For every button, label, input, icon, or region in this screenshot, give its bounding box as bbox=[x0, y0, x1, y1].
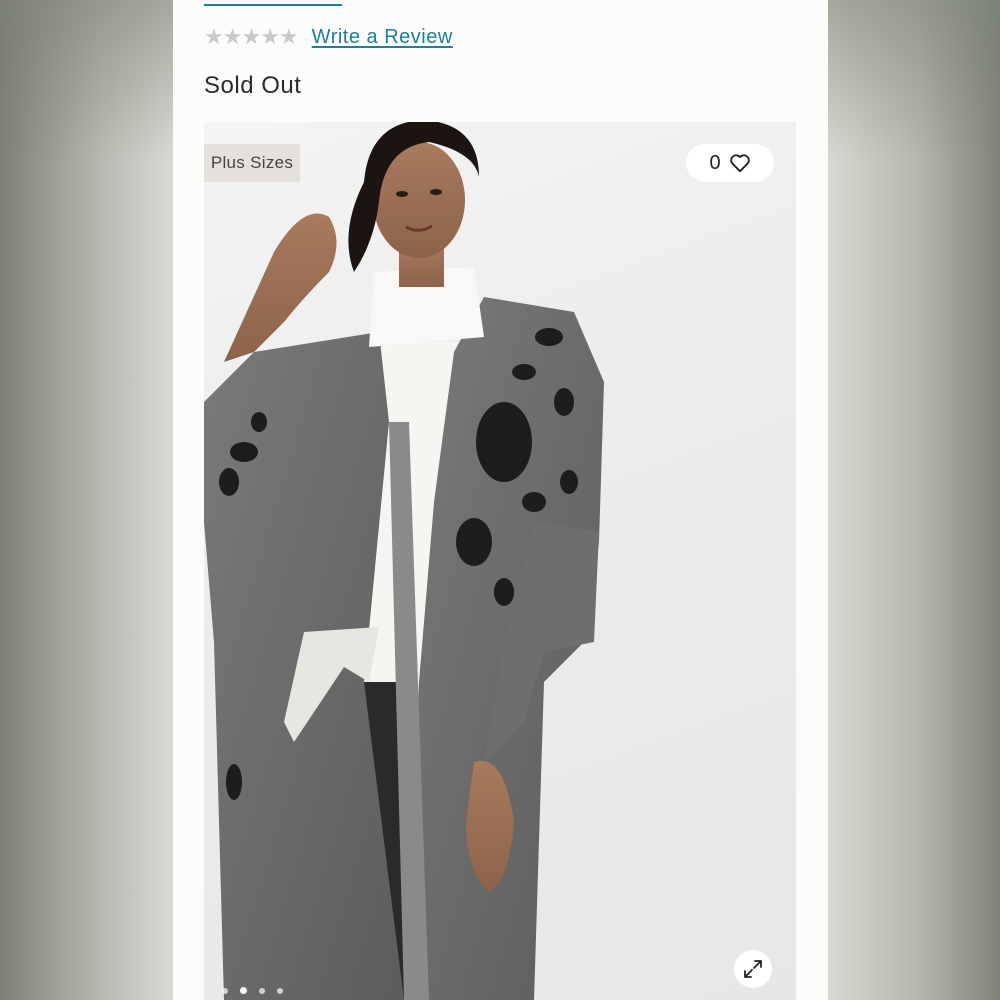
star-icon: ★ bbox=[241, 24, 261, 49]
rating-row: ★ ★ ★ ★ ★ Write a Review bbox=[204, 22, 453, 52]
carousel-dot[interactable] bbox=[277, 987, 283, 994]
carousel-dots bbox=[222, 987, 283, 994]
carousel-dot[interactable] bbox=[259, 987, 265, 994]
heart-icon bbox=[729, 153, 751, 173]
write-review-link[interactable]: Write a Review bbox=[312, 26, 453, 49]
expand-icon bbox=[743, 959, 763, 979]
truncated-top-link[interactable] bbox=[204, 0, 342, 6]
product-panel: ★ ★ ★ ★ ★ Write a Review Sold Out Plus S… bbox=[173, 0, 828, 1000]
product-image-gallery[interactable]: Plus Sizes 0 bbox=[204, 122, 796, 1000]
carousel-dot[interactable] bbox=[222, 987, 228, 994]
star-icon: ★ bbox=[260, 24, 280, 49]
carousel-dot-active[interactable] bbox=[240, 987, 247, 994]
star-icon: ★ bbox=[278, 24, 299, 49]
star-icon: ★ bbox=[222, 24, 243, 49]
plus-sizes-badge: Plus Sizes bbox=[204, 144, 300, 182]
availability-status: Sold Out bbox=[204, 72, 302, 99]
star-icon: ★ bbox=[204, 24, 224, 49]
expand-image-button[interactable] bbox=[734, 950, 772, 988]
star-rating: ★ ★ ★ ★ ★ bbox=[204, 24, 299, 49]
favorite-count: 0 bbox=[709, 151, 721, 174]
product-photo bbox=[204, 122, 604, 1000]
favorite-button[interactable]: 0 bbox=[686, 144, 774, 182]
